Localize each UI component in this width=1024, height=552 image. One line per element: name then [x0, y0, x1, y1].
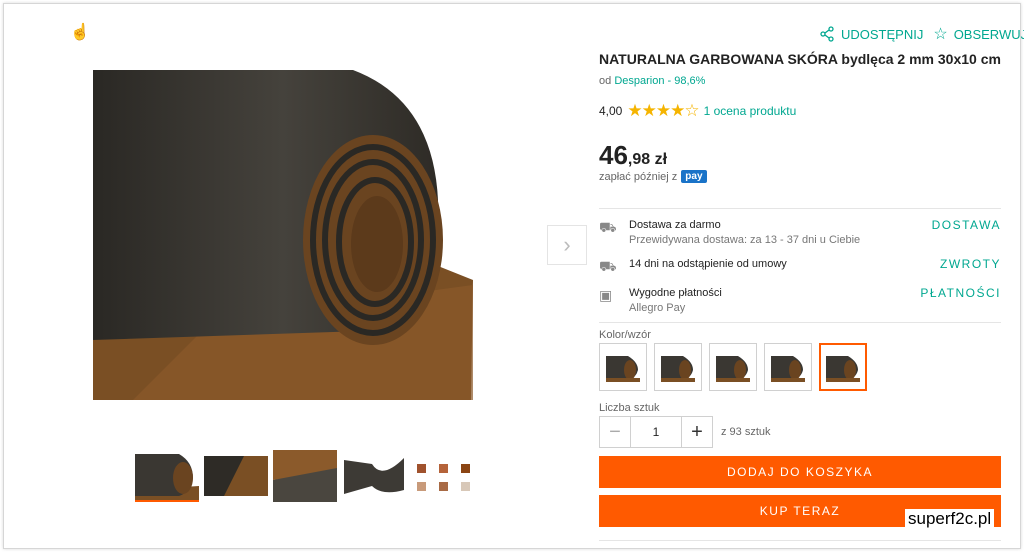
variant-swatch[interactable]	[654, 343, 702, 391]
pay-later: zapłać później z pay	[599, 170, 707, 183]
rating-value: 4,00	[599, 104, 623, 118]
gallery-thumbnail[interactable]	[273, 450, 337, 502]
info-row-payments: ▣ Wygodne płatności Allegro Pay PŁATNOŚC…	[599, 286, 1001, 316]
plus-icon: +	[691, 420, 703, 443]
gallery-next-button[interactable]: ›	[547, 225, 587, 265]
product-rating: 4,00 ★★★★☆ 1 ocena produktu	[599, 101, 796, 121]
variant-swatch[interactable]	[709, 343, 757, 391]
seller-prefix: od	[599, 75, 612, 87]
info-row-subtitle: Allegro Pay	[629, 302, 686, 314]
rating-link[interactable]: 1 ocena produktu	[704, 104, 797, 118]
product-price: 46,98 zł	[599, 140, 667, 171]
return-truck-icon: ⛟	[599, 258, 617, 274]
info-row-delivery: ⛟ Dostawa za darmo Przewidywana dostawa:…	[599, 218, 1001, 248]
hand-cursor-icon: ☝	[70, 24, 90, 41]
gallery-thumbnail[interactable]	[342, 450, 406, 502]
product-title: NATURALNA GARBOWANA SKÓRA bydlęca 2 mm 3…	[599, 51, 1001, 67]
add-to-cart-button[interactable]: DODAJ DO KOSZYKA	[599, 456, 1001, 488]
star-outline-icon: ☆	[933, 26, 948, 43]
divider	[599, 540, 1001, 541]
minus-icon: −	[609, 420, 621, 443]
delivery-link[interactable]: DOSTAWA	[932, 218, 1001, 232]
info-row-title: 14 dni na odstąpienie od umowy	[629, 258, 787, 270]
share-button[interactable]: UDOSTĘPNIJ	[819, 26, 923, 42]
info-row-title: Wygodne płatności	[629, 287, 722, 299]
gallery-thumbnail[interactable]	[135, 450, 199, 502]
payment-icon: ▣	[599, 287, 613, 303]
variant-label: Kolor/wzór	[599, 329, 651, 341]
variant-swatches	[599, 343, 867, 391]
divider	[599, 322, 1001, 323]
returns-link[interactable]: ZWROTY	[940, 257, 1001, 271]
decrement-button[interactable]: −	[599, 416, 631, 448]
gallery-thumbnail[interactable]	[204, 450, 268, 502]
info-row-returns: ⛟ 14 dni na odstąpienie od umowy ZWROTY	[599, 257, 1001, 277]
share-icon	[820, 26, 834, 42]
share-label: UDOSTĘPNIJ	[841, 26, 924, 42]
payments-link[interactable]: PŁATNOŚCI	[920, 286, 1001, 300]
seller-link[interactable]: Desparion - 98,6%	[614, 75, 705, 87]
allegro-pay-badge: pay	[681, 170, 707, 183]
quantity-available: z 93 sztuk	[721, 426, 771, 438]
gallery-thumbnails	[135, 450, 475, 502]
seller-info: od Desparion - 98,6%	[599, 75, 705, 87]
truck-icon: ⛟	[599, 219, 617, 235]
increment-button[interactable]: +	[681, 416, 713, 448]
price-decimal: ,98 zł	[627, 151, 668, 168]
variant-swatch[interactable]	[764, 343, 812, 391]
main-product-image[interactable]	[93, 70, 473, 400]
rating-stars-icon: ★★★★☆	[627, 101, 699, 120]
variant-swatch-selected[interactable]	[819, 343, 867, 391]
info-row-subtitle: Przewidywana dostawa: za 13 - 37 dni u C…	[629, 234, 861, 246]
gallery-thumbnail[interactable]	[411, 450, 475, 502]
quantity-input[interactable]: 1	[631, 416, 681, 448]
quantity-label: Liczba sztuk	[599, 402, 660, 414]
divider	[599, 208, 1001, 209]
watch-label: OBSERWUJ	[953, 26, 1024, 42]
info-row-title: Dostawa za darmo	[629, 219, 721, 231]
variant-swatch[interactable]	[599, 343, 647, 391]
product-actions: UDOSTĘPNIJ ☆ OBSERWUJ	[819, 24, 1024, 44]
watch-button[interactable]: ☆ OBSERWUJ	[933, 24, 1024, 44]
pay-later-text: zapłać później z	[599, 170, 678, 183]
quantity-stepper: − 1 + z 93 sztuk	[599, 416, 771, 448]
price-integer: 46	[599, 140, 628, 170]
chevron-right-icon: ›	[563, 232, 571, 257]
watermark: superf2c.pl	[905, 509, 995, 529]
